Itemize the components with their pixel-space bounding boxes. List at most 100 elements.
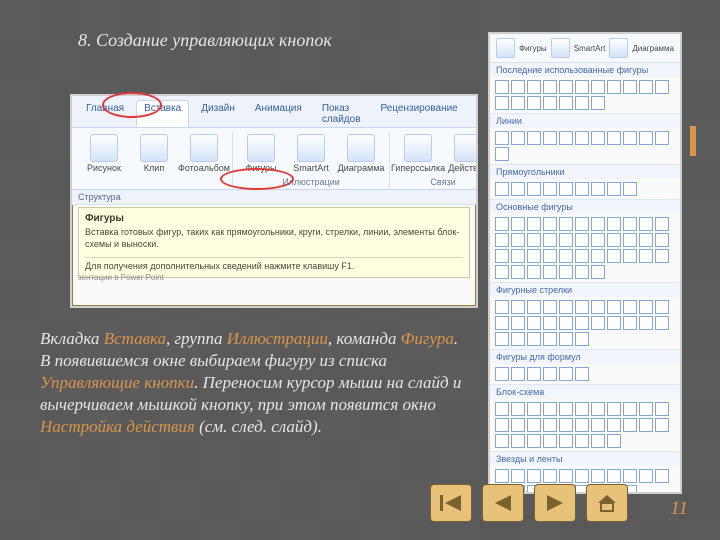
shape-thumb[interactable] — [511, 402, 525, 416]
shape-thumb[interactable] — [639, 217, 653, 231]
shape-thumb[interactable] — [559, 217, 573, 231]
shape-thumb[interactable] — [511, 131, 525, 145]
shape-thumb[interactable] — [639, 300, 653, 314]
shape-thumb[interactable] — [607, 217, 621, 231]
shape-thumb[interactable] — [559, 316, 573, 330]
shape-thumb[interactable] — [623, 402, 637, 416]
shape-thumb[interactable] — [527, 332, 541, 346]
shape-thumb[interactable] — [607, 469, 621, 483]
shape-thumb[interactable] — [495, 469, 509, 483]
shape-thumb[interactable] — [543, 300, 557, 314]
ribbon-tab-home[interactable]: Главная — [78, 100, 132, 127]
shape-thumb[interactable] — [543, 418, 557, 432]
shape-thumb[interactable] — [591, 80, 605, 94]
shape-thumb[interactable] — [655, 217, 669, 231]
shape-thumb[interactable] — [495, 147, 509, 161]
shape-thumb[interactable] — [575, 131, 589, 145]
shape-thumb[interactable] — [495, 233, 509, 247]
shape-thumb[interactable] — [511, 96, 525, 110]
shape-thumb[interactable] — [511, 332, 525, 346]
shape-thumb[interactable] — [655, 418, 669, 432]
ribbon-btn-clip[interactable]: Клип — [130, 132, 178, 175]
shape-thumb[interactable] — [655, 249, 669, 263]
shape-thumb[interactable] — [623, 316, 637, 330]
shape-thumb[interactable] — [575, 316, 589, 330]
shape-thumb[interactable] — [495, 316, 509, 330]
shape-thumb[interactable] — [543, 182, 557, 196]
shape-thumb[interactable] — [495, 300, 509, 314]
shape-thumb[interactable] — [591, 233, 605, 247]
shape-thumb[interactable] — [543, 249, 557, 263]
shape-thumb[interactable] — [495, 265, 509, 279]
shape-thumb[interactable] — [543, 434, 557, 448]
shape-thumb[interactable] — [639, 80, 653, 94]
shape-thumb[interactable] — [591, 418, 605, 432]
nav-first-button[interactable] — [430, 484, 472, 522]
shape-thumb[interactable] — [527, 300, 541, 314]
shape-thumb[interactable] — [623, 300, 637, 314]
shape-thumb[interactable] — [639, 469, 653, 483]
ribbon-tab-animation[interactable]: Анимация — [247, 100, 310, 127]
shape-thumb[interactable] — [527, 249, 541, 263]
shape-thumb[interactable] — [543, 80, 557, 94]
shape-thumb[interactable] — [559, 469, 573, 483]
shape-thumb[interactable] — [527, 434, 541, 448]
shape-thumb[interactable] — [607, 402, 621, 416]
shape-thumb[interactable] — [527, 131, 541, 145]
ribbon-btn-chart[interactable]: Диаграмма — [337, 132, 385, 175]
shape-thumb[interactable] — [591, 265, 605, 279]
shape-thumb[interactable] — [575, 80, 589, 94]
shape-thumb[interactable] — [655, 316, 669, 330]
shape-thumb[interactable] — [655, 469, 669, 483]
shape-thumb[interactable] — [527, 402, 541, 416]
shape-thumb[interactable] — [495, 367, 509, 381]
shape-thumb[interactable] — [623, 80, 637, 94]
shape-thumb[interactable] — [511, 367, 525, 381]
shape-thumb[interactable] — [559, 434, 573, 448]
shape-thumb[interactable] — [527, 96, 541, 110]
ribbon-tab-insert[interactable]: Вставка — [136, 100, 189, 127]
shape-thumb[interactable] — [543, 367, 557, 381]
ribbon-btn-picture[interactable]: Рисунок — [80, 132, 128, 175]
shape-thumb[interactable] — [527, 418, 541, 432]
ribbon-btn-hyperlink[interactable]: Гиперссылка — [394, 132, 442, 175]
shape-thumb[interactable] — [655, 80, 669, 94]
nav-prev-button[interactable] — [482, 484, 524, 522]
shape-thumb[interactable] — [495, 249, 509, 263]
shape-thumb[interactable] — [575, 265, 589, 279]
shape-thumb[interactable] — [559, 418, 573, 432]
shape-thumb[interactable] — [639, 233, 653, 247]
shape-thumb[interactable] — [543, 316, 557, 330]
shape-thumb[interactable] — [607, 233, 621, 247]
nav-next-button[interactable] — [534, 484, 576, 522]
shape-thumb[interactable] — [655, 300, 669, 314]
ribbon-tab-design[interactable]: Дизайн — [193, 100, 243, 127]
shape-thumb[interactable] — [639, 249, 653, 263]
shape-thumb[interactable] — [511, 217, 525, 231]
shape-thumb[interactable] — [543, 96, 557, 110]
shape-thumb[interactable] — [575, 233, 589, 247]
shape-thumb[interactable] — [655, 131, 669, 145]
shape-thumb[interactable] — [591, 300, 605, 314]
shape-thumb[interactable] — [575, 300, 589, 314]
shape-thumb[interactable] — [495, 418, 509, 432]
shape-thumb[interactable] — [591, 316, 605, 330]
shape-thumb[interactable] — [623, 249, 637, 263]
shape-thumb[interactable] — [607, 316, 621, 330]
shape-thumb[interactable] — [559, 332, 573, 346]
shape-thumb[interactable] — [527, 469, 541, 483]
shape-thumb[interactable] — [527, 367, 541, 381]
ribbon-tab-view[interactable]: Вид — [470, 100, 478, 127]
shape-thumb[interactable] — [511, 434, 525, 448]
shape-thumb[interactable] — [639, 316, 653, 330]
shape-thumb[interactable] — [511, 469, 525, 483]
shape-thumb[interactable] — [655, 402, 669, 416]
shape-thumb[interactable] — [575, 182, 589, 196]
shape-thumb[interactable] — [543, 469, 557, 483]
shape-thumb[interactable] — [575, 434, 589, 448]
shape-thumb[interactable] — [591, 434, 605, 448]
shape-thumb[interactable] — [607, 249, 621, 263]
shape-thumb[interactable] — [623, 418, 637, 432]
shape-thumb[interactable] — [575, 96, 589, 110]
shape-thumb[interactable] — [607, 300, 621, 314]
